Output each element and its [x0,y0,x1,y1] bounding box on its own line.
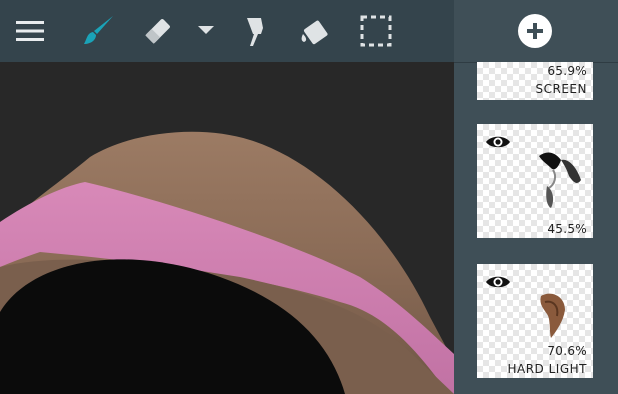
eye-icon[interactable] [485,274,511,290]
layer-preview-art [539,152,581,208]
smudge-icon[interactable] [234,0,278,62]
layers-panel-header [454,0,618,63]
plus-icon [527,23,543,39]
layer-preview-art [540,293,565,338]
layer-blend-mode: HARD LIGHT [507,362,587,376]
drawing-canvas[interactable] [0,62,454,394]
toolbar [0,0,454,62]
eye-icon[interactable] [485,134,511,150]
layer-opacity: 65.9% [547,64,587,78]
layer-thumbnail-3[interactable]: 70.6% HARD LIGHT [477,264,593,378]
eraser-icon[interactable] [136,0,180,62]
add-layer-button[interactable] [518,14,552,48]
layer-opacity: 45.5% [547,222,587,236]
layer-opacity: 70.6% [547,344,587,358]
selection-icon[interactable] [354,0,398,62]
layer-blend-mode: SCREEN [535,82,587,96]
fill-icon[interactable] [294,0,338,62]
menu-icon[interactable] [10,0,50,62]
brush-icon[interactable] [76,0,120,62]
layer-thumbnail-2[interactable]: 45.5% [477,124,593,238]
layer-thumbnail-1[interactable]: 65.9% SCREEN [477,62,593,100]
dropdown-arrow-icon[interactable] [194,0,218,62]
layers-panel: 65.9% SCREEN 45.5% 70.6% HARD LIGHT [454,0,618,394]
